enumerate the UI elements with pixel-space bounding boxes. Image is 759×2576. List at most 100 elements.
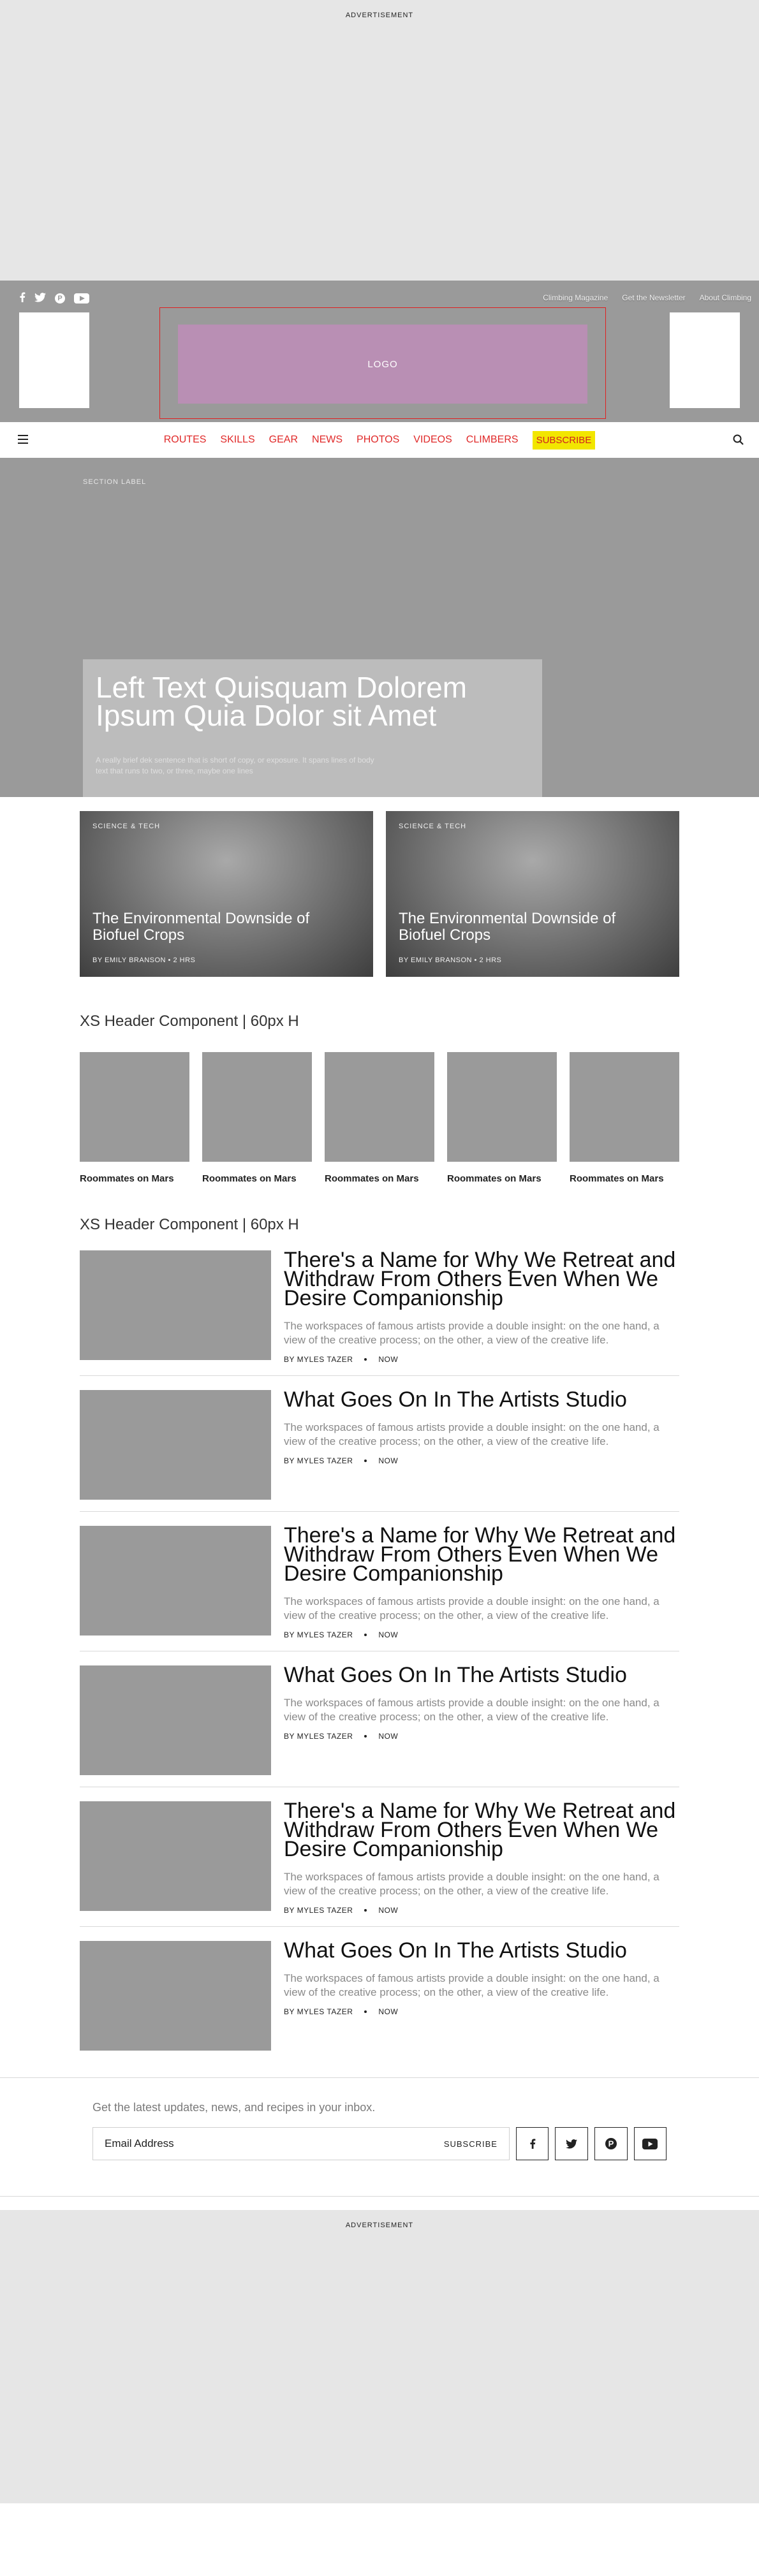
search-icon[interactable] (732, 434, 745, 446)
side-ad-right[interactable] (670, 312, 740, 408)
section-header: XS Header Component | 60px H (80, 1013, 299, 1030)
utility-link[interactable]: Get the Newsletter (622, 293, 685, 302)
tile[interactable]: Roommates on Mars (202, 1052, 312, 1184)
article-byline: BY MYLES TAZER NOW (284, 1630, 679, 1639)
article-body: What Goes On In The Artists Studio The w… (284, 1940, 679, 2051)
article-body: There's a Name for Why We Retreat and Wi… (284, 1525, 679, 1639)
article-author[interactable]: BY MYLES TAZER (284, 1630, 353, 1639)
tile-image[interactable] (80, 1052, 189, 1162)
feature-category[interactable]: SCIENCE & TECH (92, 823, 360, 830)
hero-title[interactable]: Left Text Quisquam Dolorem Ipsum Quia Do… (96, 673, 529, 730)
twitter-icon[interactable] (34, 292, 46, 305)
divider (0, 2196, 759, 2210)
article-author[interactable]: BY MYLES TAZER (284, 1906, 353, 1915)
email-input[interactable] (105, 2137, 360, 2150)
tile-image[interactable] (202, 1052, 312, 1162)
article-author[interactable]: BY MYLES TAZER (284, 1456, 353, 1465)
article-row[interactable]: There's a Name for Why We Retreat and Wi… (80, 1800, 679, 1927)
article-author[interactable]: BY MYLES TAZER (284, 2007, 353, 2016)
article-image[interactable] (80, 1250, 271, 1360)
tile-title[interactable]: Roommates on Mars (80, 1173, 189, 1184)
nav-subscribe-button[interactable]: SUBSCRIBE (532, 430, 596, 450)
tile-title[interactable]: Roommates on Mars (570, 1173, 679, 1184)
tile-image[interactable] (325, 1052, 434, 1162)
article-author[interactable]: BY MYLES TAZER (284, 1732, 353, 1741)
utility-link[interactable]: About Climbing (700, 293, 751, 302)
side-ad-left[interactable] (19, 312, 89, 408)
tile[interactable]: Roommates on Mars (570, 1052, 679, 1184)
hero[interactable]: SECTION LABEL Left Text Quisquam Dolorem… (0, 458, 759, 797)
article-byline: BY MYLES TAZER NOW (284, 2007, 679, 2016)
hero-card[interactable]: Left Text Quisquam Dolorem Ipsum Quia Do… (83, 659, 542, 797)
article-row[interactable]: What Goes On In The Artists Studio The w… (80, 1389, 679, 1512)
article-body: There's a Name for Why We Retreat and Wi… (284, 1249, 679, 1364)
ad-label: ADVERTISEMENT (345, 2221, 414, 2229)
article-time: NOW (378, 1630, 399, 1639)
nav-item-climbers[interactable]: CLIMBERS (466, 434, 519, 446)
separator-dot (364, 1634, 367, 1636)
article-title[interactable]: What Goes On In The Artists Studio (284, 1940, 679, 1961)
article-image[interactable] (80, 1801, 271, 1911)
nav-item-skills[interactable]: SKILLS (220, 434, 254, 446)
tile-title[interactable]: Roommates on Mars (447, 1173, 557, 1184)
tile-image[interactable] (570, 1052, 679, 1162)
nav-item-videos[interactable]: VIDEOS (413, 434, 452, 446)
logo-frame: LOGO (159, 307, 606, 419)
nav-item-news[interactable]: NEWS (312, 434, 343, 446)
article-row[interactable]: There's a Name for Why We Retreat and Wi… (80, 1249, 679, 1376)
tile-title[interactable]: Roommates on Mars (325, 1173, 434, 1184)
article-row[interactable]: What Goes On In The Artists Studio The w… (80, 1940, 679, 2062)
separator-dot (364, 1460, 367, 1462)
section-label: SECTION LABEL (83, 478, 147, 486)
article-title[interactable]: There's a Name for Why We Retreat and Wi… (284, 1525, 679, 1584)
facebook-button[interactable] (515, 2127, 549, 2160)
article-row[interactable]: What Goes On In The Artists Studio The w… (80, 1664, 679, 1787)
tile[interactable]: Roommates on Mars (80, 1052, 189, 1184)
article-title[interactable]: What Goes On In The Artists Studio (284, 1664, 679, 1686)
tile-image[interactable] (447, 1052, 557, 1162)
nav-item-routes[interactable]: ROUTES (164, 434, 207, 446)
email-wrap: SUBSCRIBE (92, 2127, 510, 2160)
article-title[interactable]: There's a Name for Why We Retreat and Wi… (284, 1800, 679, 1860)
feature-title[interactable]: The Environmental Downside of Biofuel Cr… (399, 911, 667, 944)
svg-text:P: P (608, 2139, 614, 2149)
tile[interactable]: Roommates on Mars (447, 1052, 557, 1184)
feature-card[interactable]: SCIENCE & TECH The Environmental Downsid… (80, 811, 373, 977)
newsletter-subscribe-button[interactable]: SUBSCRIBE (444, 2139, 497, 2149)
twitter-icon (566, 2139, 578, 2149)
youtube-button[interactable] (633, 2127, 667, 2160)
article-image[interactable] (80, 1941, 271, 2051)
article-title[interactable]: What Goes On In The Artists Studio (284, 1389, 679, 1410)
top-ad[interactable]: ADVERTISEMENT (0, 0, 759, 281)
nav-item-gear[interactable]: GEAR (269, 434, 298, 446)
pinterest-icon[interactable]: P (55, 293, 65, 304)
tile[interactable]: Roommates on Mars (325, 1052, 434, 1184)
article-image[interactable] (80, 1390, 271, 1500)
article-dek: The workspaces of famous artists provide… (284, 1697, 660, 1723)
tile-title[interactable]: Roommates on Mars (202, 1173, 312, 1184)
article-author[interactable]: BY MYLES TAZER (284, 1355, 353, 1364)
bottom-ad[interactable]: ADVERTISEMENT (0, 2210, 759, 2503)
article-list: There's a Name for Why We Retreat and Wi… (80, 1249, 679, 2062)
article-dek: The workspaces of famous artists provide… (284, 1421, 660, 1447)
newsletter-text: Get the latest updates, news, and recipe… (92, 2101, 376, 2114)
feature-category[interactable]: SCIENCE & TECH (399, 823, 667, 830)
article-row[interactable]: There's a Name for Why We Retreat and Wi… (80, 1525, 679, 1651)
main-nav: ROUTES SKILLS GEAR NEWS PHOTOS VIDEOS CL… (0, 422, 759, 458)
separator-dot (364, 1735, 367, 1738)
nav-item-photos[interactable]: PHOTOS (357, 434, 399, 446)
utility-link[interactable]: Climbing Magazine (543, 293, 608, 302)
youtube-icon[interactable] (74, 293, 89, 304)
article-image[interactable] (80, 1665, 271, 1775)
feature-card[interactable]: SCIENCE & TECH The Environmental Downsid… (386, 811, 679, 977)
feature-title[interactable]: The Environmental Downside of Biofuel Cr… (92, 911, 360, 944)
logo[interactable]: LOGO (178, 325, 587, 404)
menu-icon[interactable] (18, 435, 28, 444)
article-image[interactable] (80, 1526, 271, 1636)
pinterest-button[interactable]: P (594, 2127, 628, 2160)
section-header: XS Header Component | 60px H (80, 1216, 299, 1233)
twitter-button[interactable] (555, 2127, 588, 2160)
facebook-icon[interactable] (19, 292, 26, 305)
article-dek: The workspaces of famous artists provide… (284, 1972, 660, 1998)
article-title[interactable]: There's a Name for Why We Retreat and Wi… (284, 1249, 679, 1309)
